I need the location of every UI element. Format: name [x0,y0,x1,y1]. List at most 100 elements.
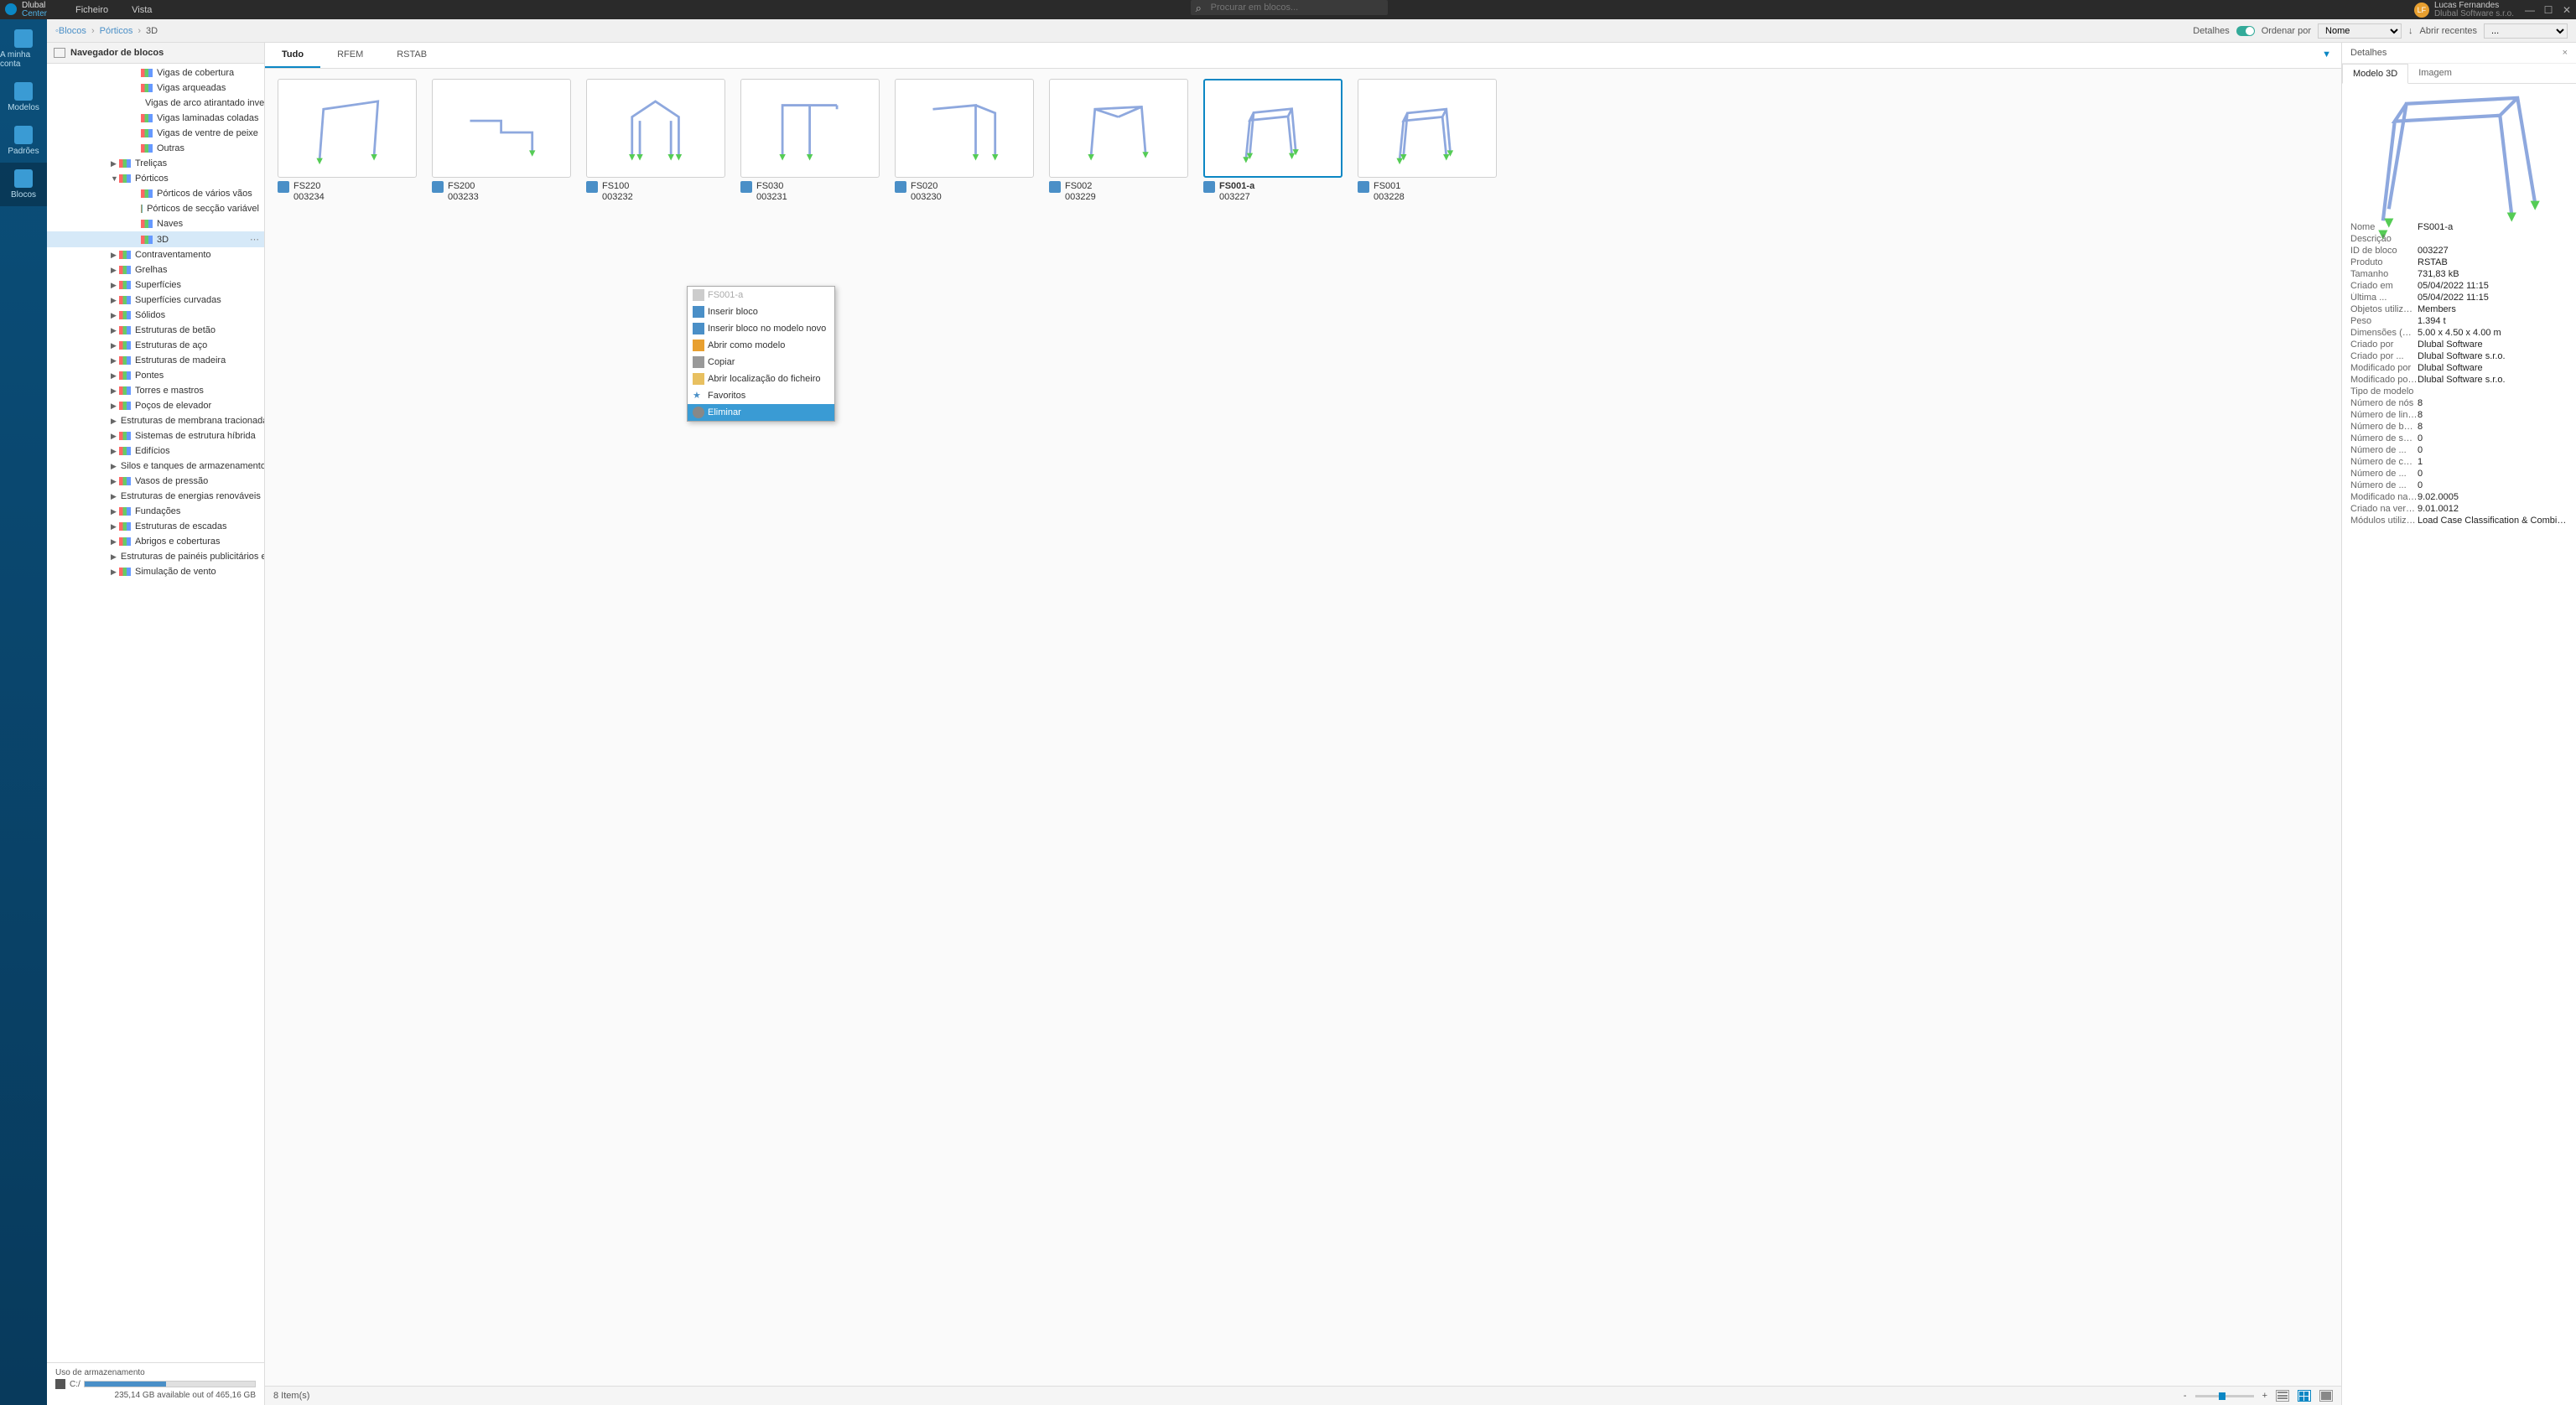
search-input[interactable] [1191,0,1388,15]
context-favorites[interactable]: ★Favoritos [688,387,834,404]
tree-node[interactable]: ▶Edifícios [47,443,264,459]
minimize-button[interactable]: — [2521,4,2539,16]
context-copy[interactable]: Copiar [688,354,834,371]
view-list-icon[interactable] [2276,1390,2289,1402]
maximize-button[interactable]: ☐ [2539,4,2558,16]
tree-node[interactable]: ▶Superfícies curvadas [47,293,264,308]
block-card[interactable]: FS002003229 [1049,79,1188,206]
rail-models[interactable]: Modelos [0,75,47,119]
block-thumbnail[interactable] [895,79,1034,178]
tab-rstab[interactable]: RSTAB [380,43,444,68]
tree-node[interactable]: ▶Superfícies [47,277,264,293]
tree-node[interactable]: Vigas arqueadas [47,80,264,96]
context-insert[interactable]: Inserir bloco [688,303,834,320]
tree-node[interactable]: ▶Simulação de vento [47,564,264,579]
tree-node[interactable]: ▼Pórticos [47,171,264,186]
block-card[interactable]: FS030003231 [740,79,880,206]
zoom-slider[interactable] [2195,1395,2254,1397]
block-name: FS002 [1065,181,1096,192]
user-area[interactable]: LF Lucas Fernandes Dlubal Software s.r.o… [2414,0,2514,19]
details-preview[interactable] [2342,84,2576,218]
tree-node[interactable]: ▶Estruturas de membrana tracionada [47,413,264,428]
block-thumbnail[interactable] [1203,79,1343,178]
tab-all[interactable]: Tudo [265,43,320,68]
rail-blocks[interactable]: Blocos [0,163,47,206]
rail-standards[interactable]: Padrões [0,119,47,163]
block-id: 003228 [1374,192,1405,203]
tree-node[interactable]: Naves [47,216,264,231]
block-card[interactable]: FS001-a003227 [1203,79,1343,206]
block-card[interactable]: FS100003232 [586,79,725,206]
context-insert-new[interactable]: Inserir bloco no modelo novo [688,320,834,337]
block-thumbnail[interactable] [1358,79,1497,178]
tree-node[interactable]: ▶Grelhas [47,262,264,277]
tree-node[interactable]: ▶Contraventamento [47,247,264,262]
block-thumbnail[interactable] [1049,79,1188,178]
block-id: 003227 [1219,192,1254,203]
tree-node[interactable]: ▶Silos e tanques de armazenamento [47,459,264,474]
sort-direction-icon[interactable]: ↓ [2408,26,2413,36]
tree-node[interactable]: ▶Pontes [47,368,264,383]
tree-node[interactable]: Vigas de arco atirantado invertidas [47,96,264,111]
tree-node[interactable]: ▶Torres e mastros [47,383,264,398]
sort-select[interactable]: Nome [2318,23,2402,39]
tree-node[interactable]: ▶Treliças [47,156,264,171]
block-id: 003233 [448,192,479,203]
tree-node[interactable]: ▶Estruturas de aço [47,338,264,353]
rail-account[interactable]: A minha conta [0,23,47,75]
block-card[interactable]: FS200003233 [432,79,571,206]
tree-node[interactable]: ▶Vasos de pressão [47,474,264,489]
menu-file[interactable]: Ficheiro [75,5,108,15]
tree-node[interactable]: Vigas de cobertura [47,65,264,80]
tree-node[interactable]: ▶Estruturas de betão [47,323,264,338]
zoom-plus-icon[interactable]: + [2262,1391,2267,1401]
category-icon [119,371,131,380]
menu-view[interactable]: Vista [132,5,152,15]
open-model-icon [693,340,704,351]
block-thumbnail[interactable] [586,79,725,178]
tree-node[interactable]: ▶Poços de elevador [47,398,264,413]
details-panel: Detalhes× Modelo 3D Imagem [2341,43,2576,1405]
tree-node[interactable]: ▶Sólidos [47,308,264,323]
block-id: 003232 [602,192,633,203]
close-button[interactable]: ✕ [2558,4,2576,16]
tree-node[interactable]: Vigas laminadas coladas [47,111,264,126]
block-thumbnail[interactable] [432,79,571,178]
block-card[interactable]: FS220003234 [278,79,417,206]
tree-node[interactable]: Vigas de ventre de peixe [47,126,264,141]
tree-node[interactable]: ▶Abrigos e coberturas [47,534,264,549]
tree-node[interactable]: Pórticos de secção variável [47,201,264,216]
tree-node[interactable]: 3D⋯ [47,231,264,247]
view-grid-large-icon[interactable] [2319,1390,2333,1402]
filter-icon[interactable]: ▼ [2312,43,2341,68]
details-toggle[interactable] [2236,26,2255,36]
property-row: Tipo de modelo [2350,386,2568,397]
context-open-model[interactable]: Abrir como modelo [688,337,834,354]
property-key: Objetos utilizados [2350,304,2418,314]
block-card[interactable]: FS001003228 [1358,79,1497,206]
context-delete[interactable]: Eliminar [688,404,834,421]
details-close-icon[interactable]: × [2563,48,2568,58]
tree-node[interactable]: ▶Estruturas de madeira [47,353,264,368]
context-open-location[interactable]: Abrir localização do ficheiro [688,371,834,387]
tree-node[interactable]: Outras [47,141,264,156]
crumb-frames[interactable]: Pórticos [100,26,133,36]
zoom-minus-icon[interactable]: - [2184,1391,2187,1401]
tree-node[interactable]: ▶Estruturas de energias renováveis [47,489,264,504]
tree-node[interactable]: ▶Fundações [47,504,264,519]
tab-rfem[interactable]: RFEM [320,43,380,68]
tree-node[interactable]: ▶Sistemas de estrutura híbrida [47,428,264,443]
category-tree: Vigas de coberturaVigas arqueadasVigas d… [47,64,264,1362]
property-value: FS001-a [2418,222,2568,232]
block-thumbnail[interactable] [278,79,417,178]
storage-bar [84,1381,256,1387]
tree-node[interactable]: ▶Estruturas de painéis publicitários e p… [47,549,264,564]
block-card[interactable]: FS020003230 [895,79,1034,206]
crumb-blocks[interactable]: Blocos [59,26,86,36]
block-thumbnail[interactable] [740,79,880,178]
property-row: Módulos utilizadosLoad Case Classificati… [2350,515,2568,526]
recent-select[interactable]: ... [2484,23,2568,39]
view-grid-small-icon[interactable] [2298,1390,2311,1402]
tree-node[interactable]: Pórticos de vários vãos [47,186,264,201]
tree-node[interactable]: ▶Estruturas de escadas [47,519,264,534]
